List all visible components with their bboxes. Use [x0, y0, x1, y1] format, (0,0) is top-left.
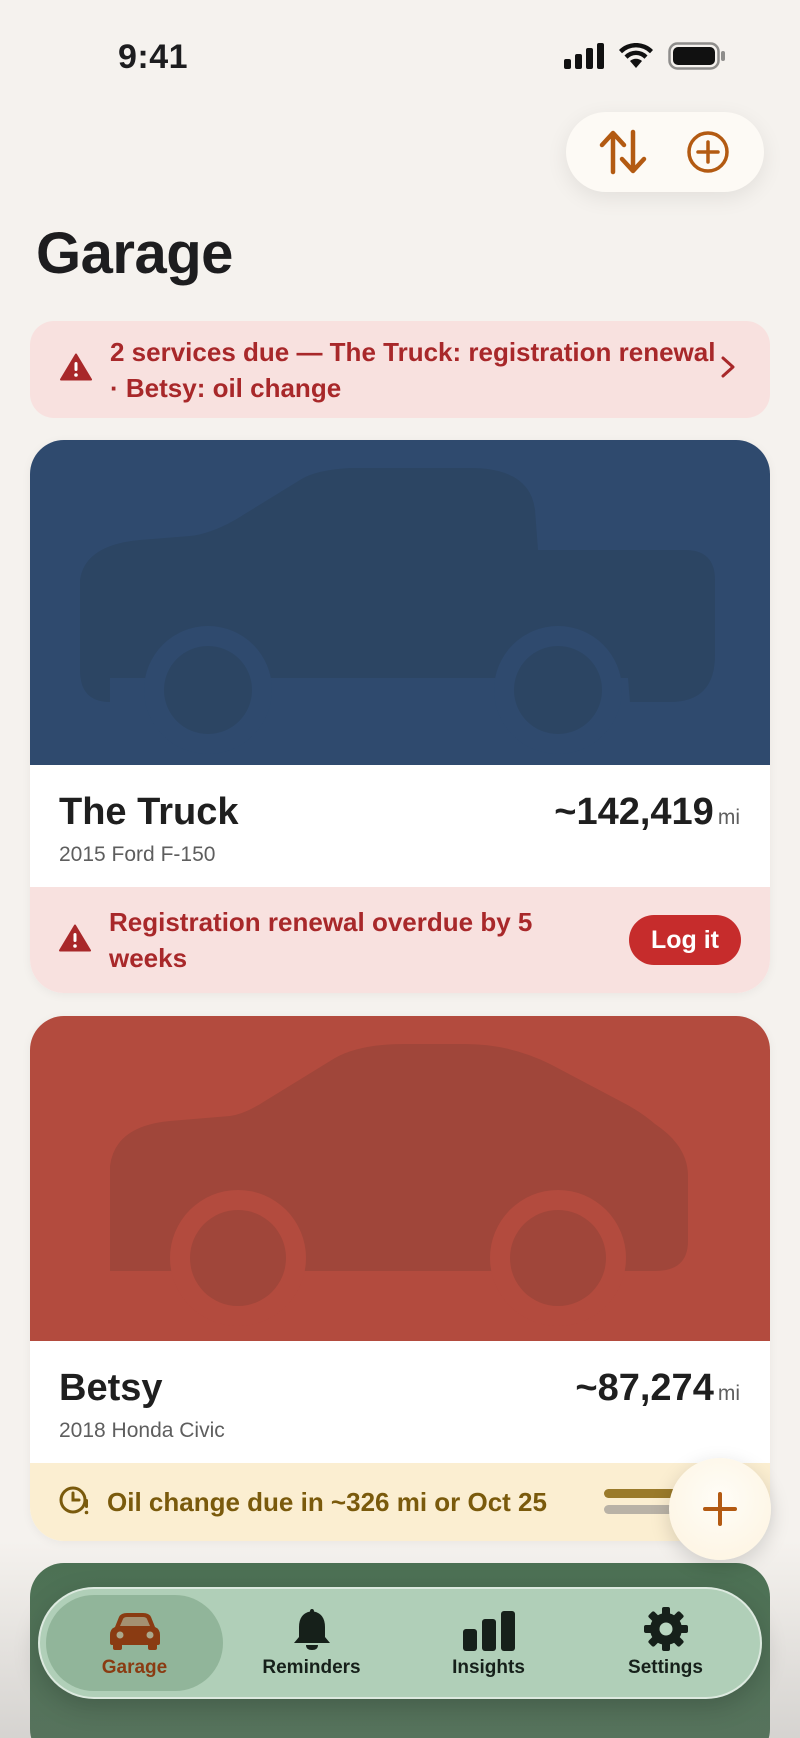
- services-due-banner[interactable]: 2 services due — The Truck: registration…: [30, 321, 770, 418]
- truck-silhouette-icon: [80, 468, 715, 754]
- vehicle-mileage: ~142,419 mi: [554, 791, 740, 834]
- chevron-right-icon: [720, 355, 740, 384]
- vehicle-card-the-truck[interactable]: The Truck 2015 Ford F-150 ~142,419 mi Reg…: [30, 440, 770, 993]
- vehicle-info: The Truck 2015 Ford F-150 ~142,419 mi: [30, 765, 770, 887]
- mileage-unit: mi: [717, 806, 740, 829]
- quick-add-button[interactable]: [669, 1458, 771, 1560]
- vehicle-mileage: ~87,274 mi: [575, 1367, 740, 1410]
- vehicle-overdue-alert: Registration renewal overdue by 5 weeks …: [30, 887, 770, 993]
- vehicle-name: The Truck: [59, 791, 239, 833]
- vehicle-hero: [30, 440, 770, 765]
- sort-arrows-icon: [599, 129, 646, 175]
- status-bar: 9:41: [0, 0, 800, 110]
- vehicle-due-notice: Oil change due in ~326 mi or Oct 25: [30, 1463, 770, 1541]
- warning-icon: [60, 353, 92, 386]
- car-icon: [109, 1607, 161, 1651]
- tab-label: Insights: [452, 1657, 525, 1678]
- warning-icon: [59, 924, 91, 957]
- clock-alert-icon: [59, 1484, 93, 1521]
- mileage-value: ~87,274: [575, 1367, 714, 1409]
- plus-circle-icon: [686, 131, 729, 173]
- due-text: Oil change due in ~326 mi or Oct 25: [107, 1486, 547, 1517]
- tab-label: Settings: [628, 1657, 703, 1678]
- add-vehicle-button[interactable]: [678, 122, 738, 182]
- due-progress-bars: [604, 1489, 678, 1521]
- vehicle-name: Betsy: [59, 1367, 163, 1409]
- vehicle-card-betsy[interactable]: Betsy 2018 Honda Civic ~87,274 mi Oil cha…: [30, 1016, 770, 1541]
- tab-reminders[interactable]: Reminders: [223, 1595, 400, 1691]
- tab-insights[interactable]: Insights: [400, 1595, 577, 1691]
- vehicle-model: 2015 Ford F-150: [59, 843, 216, 866]
- battery-icon: [668, 42, 726, 75]
- tab-bar: Garage Reminders Insights Settings: [38, 1587, 762, 1699]
- plus-icon: [703, 1492, 737, 1526]
- overdue-text: Registration renewal overdue by 5 weeks: [109, 907, 533, 973]
- cellular-signal-icon: [564, 43, 604, 74]
- tab-garage[interactable]: Garage: [46, 1595, 223, 1691]
- vehicle-model: 2018 Honda Civic: [59, 1419, 225, 1442]
- vehicle-hero: [30, 1016, 770, 1341]
- page-title: Garage: [36, 221, 233, 286]
- wifi-icon: [618, 42, 654, 74]
- bar-chart-icon: [462, 1607, 516, 1651]
- tab-label: Garage: [101, 1657, 168, 1678]
- status-icons: [564, 42, 726, 75]
- sort-button[interactable]: [593, 122, 653, 182]
- sedan-silhouette-icon: [110, 1044, 688, 1326]
- tab-label: Reminders: [262, 1657, 361, 1678]
- mileage-value: ~142,419: [554, 791, 714, 833]
- mileage-unit: mi: [717, 1382, 740, 1405]
- gear-icon: [643, 1607, 688, 1651]
- top-actions: [566, 112, 764, 192]
- progress-bar: [604, 1505, 678, 1514]
- bell-icon: [292, 1607, 332, 1651]
- status-time: 9:41: [118, 38, 189, 76]
- vehicle-info: Betsy 2018 Honda Civic ~87,274 mi: [30, 1341, 770, 1463]
- log-it-button[interactable]: Log it: [628, 915, 741, 965]
- progress-bar: [604, 1489, 678, 1498]
- tab-settings[interactable]: Settings: [577, 1595, 754, 1691]
- services-due-text: 2 services due — The Truck: registration…: [110, 336, 716, 403]
